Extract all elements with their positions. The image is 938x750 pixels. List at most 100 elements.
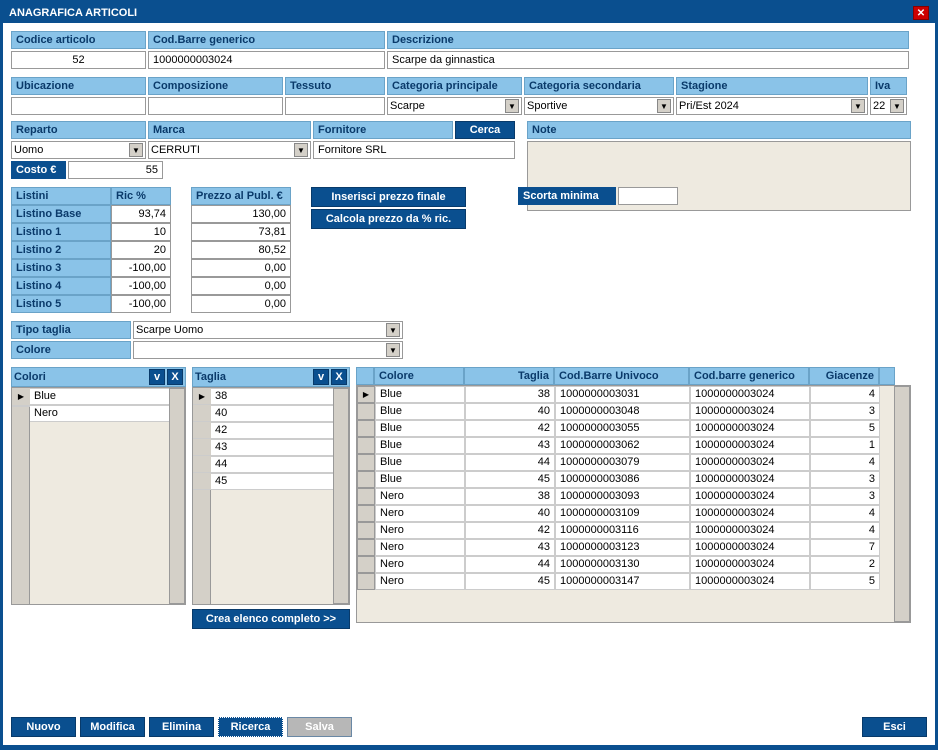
cell-univoco: 1000000003093 [555,488,690,505]
salva-button[interactable]: Salva [287,717,352,737]
ricerca-button[interactable]: Ricerca [218,717,283,737]
field-descr[interactable]: Scarpe da ginnastica [387,51,909,69]
row-marker[interactable] [357,573,375,590]
esci-button[interactable]: Esci [862,717,927,737]
listino-ric[interactable]: -100,00 [111,277,171,295]
table-row[interactable]: Nero 40 1000000003109 1000000003024 4 [357,505,894,522]
table-row[interactable]: Blue 38 1000000003031 1000000003024 4 [357,386,894,403]
table-row[interactable]: Nero 44 1000000003130 1000000003024 2 [357,556,894,573]
row-marker[interactable] [357,488,375,505]
field-tessuto[interactable] [285,97,385,115]
scrollbar[interactable] [894,386,910,622]
select-iva[interactable]: 22▼ [870,97,907,115]
row-marker[interactable] [357,420,375,437]
field-scorta[interactable] [618,187,678,205]
listino-ric[interactable]: 93,74 [111,205,171,223]
row-marker[interactable] [357,403,375,420]
listino-ric[interactable]: -100,00 [111,259,171,277]
table-row[interactable]: Blue 45 1000000003086 1000000003024 3 [357,471,894,488]
row-marker[interactable] [357,437,375,454]
scrollbar[interactable] [169,388,185,604]
chevron-down-icon[interactable]: ▼ [657,99,671,113]
taglia-item[interactable]: 45 [211,473,333,490]
cell-taglia: 40 [465,505,555,522]
table-row[interactable]: Nero 42 1000000003116 1000000003024 4 [357,522,894,539]
listino-prezzo[interactable]: 80,52 [191,241,291,259]
cell-colore: Nero [375,573,465,590]
row-marker[interactable] [193,422,211,439]
row-marker[interactable] [193,405,211,422]
listino-prezzo[interactable]: 0,00 [191,259,291,277]
cell-giacenze: 3 [810,471,880,488]
taglia-item[interactable]: 44 [211,456,333,473]
listino-ric[interactable]: 10 [111,223,171,241]
calcola-prezzo-button[interactable]: Calcola prezzo da % ric. [311,209,466,229]
row-marker[interactable] [357,539,375,556]
table-row[interactable]: Blue 44 1000000003079 1000000003024 4 [357,454,894,471]
colori-v-button[interactable]: v [149,369,165,385]
listino-prezzo[interactable]: 73,81 [191,223,291,241]
taglia-item[interactable]: 40 [211,405,333,422]
row-marker[interactable] [357,386,375,403]
inserisci-prezzo-button[interactable]: Inserisci prezzo finale [311,187,466,207]
taglia-item[interactable]: 38 [211,388,333,405]
taglia-x-button[interactable]: X [331,369,347,385]
select-reparto[interactable]: Uomo▼ [11,141,146,159]
table-row[interactable]: Nero 38 1000000003093 1000000003024 3 [357,488,894,505]
field-barre[interactable]: 1000000003024 [148,51,385,69]
select-cat-secondaria[interactable]: Sportive▼ [524,97,674,115]
field-composizione[interactable] [148,97,283,115]
table-row[interactable]: Blue 43 1000000003062 1000000003024 1 [357,437,894,454]
table-row[interactable]: Blue 42 1000000003055 1000000003024 5 [357,420,894,437]
select-tipo-taglia[interactable]: Scarpe Uomo▼ [133,321,403,339]
chevron-down-icon[interactable]: ▼ [294,143,308,157]
close-icon[interactable]: ✕ [913,6,929,20]
row-marker[interactable] [357,522,375,539]
listino-prezzo[interactable]: 130,00 [191,205,291,223]
nuovo-button[interactable]: Nuovo [11,717,76,737]
taglia-item[interactable]: 43 [211,439,333,456]
cerca-button[interactable]: Cerca [455,121,515,139]
taglia-v-button[interactable]: v [313,369,329,385]
chevron-down-icon[interactable]: ▼ [505,99,519,113]
crea-elenco-button[interactable]: Crea elenco completo >> [192,609,350,629]
field-costo[interactable]: 55 [68,161,163,179]
row-marker[interactable] [357,454,375,471]
colori-item[interactable]: Blue [30,388,169,405]
cell-generico: 1000000003024 [690,454,810,471]
listino-ric[interactable]: -100,00 [111,295,171,313]
row-marker[interactable] [12,406,30,407]
chevron-down-icon[interactable]: ▼ [890,99,904,113]
select-stagione[interactable]: Pri/Est 2024▼ [676,97,868,115]
listino-prezzo[interactable]: 0,00 [191,277,291,295]
elimina-button[interactable]: Elimina [149,717,214,737]
field-codice[interactable]: 52 [11,51,146,69]
row-marker[interactable] [193,439,211,456]
row-marker-icon[interactable] [12,388,30,406]
chevron-down-icon[interactable]: ▼ [386,323,400,337]
row-marker[interactable] [193,456,211,473]
modifica-button[interactable]: Modifica [80,717,145,737]
select-colore[interactable]: ▼ [133,341,403,359]
chevron-down-icon[interactable]: ▼ [386,343,400,357]
row-marker[interactable] [193,473,211,490]
row-marker[interactable] [357,556,375,573]
field-ubicazione[interactable] [11,97,146,115]
colori-x-button[interactable]: X [167,369,183,385]
chevron-down-icon[interactable]: ▼ [851,99,865,113]
scrollbar[interactable] [333,388,349,604]
colori-item[interactable]: Nero [30,405,169,422]
table-row[interactable]: Nero 45 1000000003147 1000000003024 5 [357,573,894,590]
table-row[interactable]: Blue 40 1000000003048 1000000003024 3 [357,403,894,420]
taglia-item[interactable]: 42 [211,422,333,439]
table-row[interactable]: Nero 43 1000000003123 1000000003024 7 [357,539,894,556]
listino-ric[interactable]: 20 [111,241,171,259]
select-marca[interactable]: CERRUTI▼ [148,141,311,159]
listino-prezzo[interactable]: 0,00 [191,295,291,313]
field-fornitore[interactable]: Fornitore SRL [313,141,515,159]
row-marker[interactable] [357,505,375,522]
row-marker[interactable] [193,388,211,405]
select-cat-principale[interactable]: Scarpe▼ [387,97,522,115]
row-marker[interactable] [357,471,375,488]
chevron-down-icon[interactable]: ▼ [129,143,143,157]
